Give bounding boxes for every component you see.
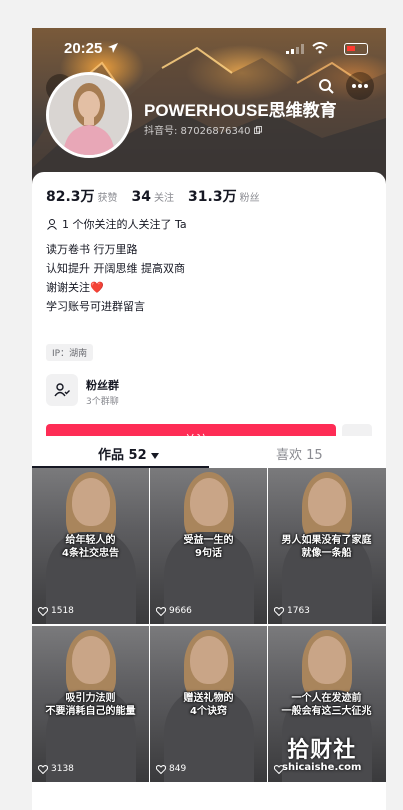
video-caption: 给年轻人的 4条社交忠告 — [32, 534, 149, 560]
avatar-portrait — [49, 75, 129, 155]
search-icon — [319, 79, 334, 94]
stat-label: 获赞 — [97, 193, 118, 204]
stat-label: 粉丝 — [239, 193, 260, 204]
video-like-count: 849 — [169, 764, 187, 774]
video-like-count: 1518 — [51, 606, 74, 616]
tab-works-label: 作品 52 — [98, 448, 147, 463]
caption-line: 4条社交忠告 — [62, 548, 119, 559]
video-likes: 3138 — [38, 764, 74, 774]
content-tabs: 作品 52 喜欢 15 — [32, 436, 386, 468]
video-likes: 1763 — [274, 606, 310, 616]
video-thumbnail[interactable]: 男人如果没有了家庭 就像一条船 1763 — [268, 468, 386, 624]
stats-row: 82.3万 获赞 34 关注 31.3万 粉丝 — [46, 186, 260, 206]
stat-value: 31.3万 — [188, 189, 237, 205]
video-caption: 受益一生的 9句话 — [150, 534, 267, 560]
group-icon — [54, 383, 70, 397]
video-like-count: 3138 — [51, 764, 74, 774]
watermark-title: 拾财社 — [287, 738, 357, 763]
mutual-follow-row[interactable]: 1 个你关注的人关注了 Ta — [46, 216, 187, 232]
account-id-text: 抖音号: 87026876340 — [144, 126, 251, 137]
video-caption: 赠送礼物的 4个诀窍 — [150, 692, 267, 718]
stat-value: 82.3万 — [46, 189, 95, 205]
tab-works[interactable]: 作品 52 — [98, 444, 160, 463]
bio-line: 学习账号可进群留言 — [46, 300, 145, 313]
watermark-url: shicaishe.com — [282, 762, 362, 773]
status-time: 20:25 — [64, 40, 103, 57]
heart-outline-icon — [38, 764, 48, 774]
video-thumbnail[interactable]: 受益一生的 9句话 9666 — [150, 468, 267, 624]
profile-info-panel: 82.3万 获赞 34 关注 31.3万 粉丝 1 个你关注的人关注了 Ta 读万卷书… — [32, 172, 386, 472]
profile-name: POWERHOUSE思维教育 — [144, 101, 337, 120]
heart-icon: ❤️ — [90, 281, 104, 294]
fan-group-icon-box[interactable] — [46, 374, 78, 406]
stat-followers[interactable]: 31.3万 粉丝 — [188, 186, 260, 206]
caption-line: 受益一生的 — [183, 535, 234, 546]
video-caption: 一个人在发迹前 一般会有这三大征兆 — [268, 692, 385, 718]
bio: 读万卷书 行万里路 认知提升 开阔思维 提高双商 谢谢关注❤️ 学习账号可进群留… — [46, 240, 185, 316]
avatar[interactable] — [46, 72, 132, 158]
caption-line: 不要消耗自己的能量 — [45, 706, 136, 717]
ip-location-tag: IP：湖南 — [46, 344, 94, 361]
bio-line-text: 谢谢关注 — [46, 281, 90, 294]
stat-following[interactable]: 34 关注 — [132, 186, 174, 205]
video-thumbnail[interactable]: 赠送礼物的 4个诀窍 849 — [150, 626, 267, 782]
video-likes: 849 — [156, 764, 186, 774]
profile-screen: 20:25 POWERHOUSE思维教育 抖音号: 87026876340 82… — [32, 28, 386, 810]
location-arrow-icon — [108, 43, 118, 53]
heart-outline-icon — [156, 764, 166, 774]
tab-likes[interactable]: 喜欢 15 — [276, 444, 323, 463]
caption-line: 4个诀窍 — [190, 706, 227, 717]
bio-line: 读万卷书 行万里路 — [46, 243, 138, 256]
battery-icon — [344, 43, 368, 55]
wifi-icon — [312, 42, 328, 54]
fan-group-subtitle: 3个群聊 — [86, 397, 119, 407]
bio-line: 认知提升 开阔思维 提高双商 — [46, 262, 185, 275]
stat-value: 34 — [131, 189, 152, 205]
video-caption: 吸引力法则不要消耗自己的能量 — [32, 692, 149, 718]
status-bar: 20:25 — [64, 40, 386, 60]
copy-icon[interactable] — [253, 126, 262, 134]
video-like-count: 1763 — [287, 606, 310, 616]
caption-line: 一个人在发迹前 — [291, 693, 362, 704]
fan-group-title[interactable]: 粉丝群 — [86, 377, 119, 393]
caption-line: 给年轻人的 — [65, 535, 116, 546]
more-dots-icon — [352, 84, 368, 88]
stat-label: 关注 — [154, 193, 175, 204]
more-button[interactable] — [346, 72, 374, 100]
caret-down-icon — [151, 453, 160, 459]
caption-line: 就像一条船 — [301, 548, 352, 559]
heart-outline-icon — [274, 606, 284, 616]
caption-line: 一般会有这三大征兆 — [281, 706, 372, 717]
mutual-follow-text: 1 个你关注的人关注了 Ta — [62, 218, 187, 231]
watermark: 拾财社 shicaishe.com — [282, 732, 361, 773]
video-likes: 1518 — [38, 606, 74, 616]
video-thumbnail[interactable]: 吸引力法则不要消耗自己的能量 3138 — [32, 626, 149, 782]
video-thumbnail[interactable]: 给年轻人的 4条社交忠告 1518 — [32, 468, 149, 624]
stat-likes[interactable]: 82.3万 获赞 — [46, 186, 118, 206]
heart-outline-icon — [156, 606, 166, 616]
caption-line: 赠送礼物的 — [183, 693, 234, 704]
bio-line: 谢谢关注❤️ — [46, 278, 185, 297]
signal-icon — [286, 44, 304, 54]
video-like-count: 9666 — [169, 606, 192, 616]
account-id: 抖音号: 87026876340 — [144, 122, 262, 137]
caption-line: 男人如果没有了家庭 — [281, 535, 372, 546]
home-indicator[interactable] — [144, 786, 274, 790]
video-caption: 男人如果没有了家庭 就像一条船 — [268, 534, 385, 560]
caption-line: 吸引力法则 — [65, 693, 116, 704]
video-likes: 9666 — [156, 606, 192, 616]
caption-line: 9句话 — [195, 548, 222, 559]
heart-outline-icon — [38, 606, 48, 616]
person-icon — [47, 219, 57, 230]
